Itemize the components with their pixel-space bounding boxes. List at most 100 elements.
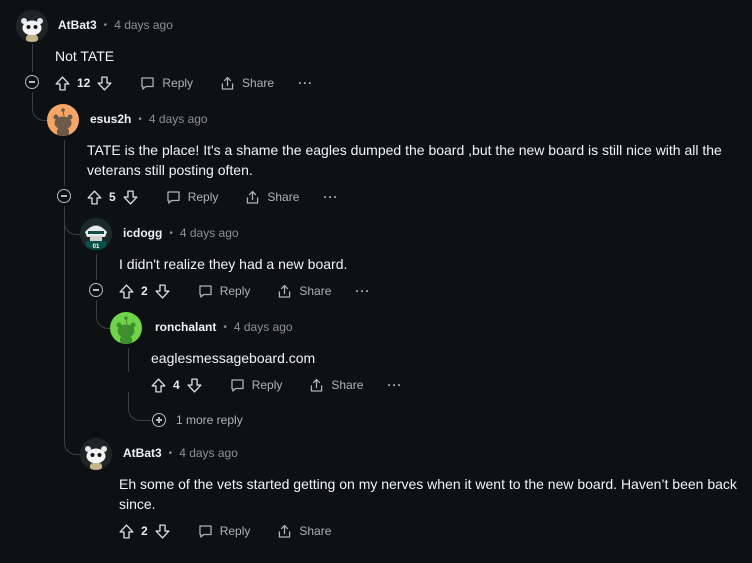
share-icon	[219, 75, 236, 92]
expand-replies-icon[interactable]	[152, 413, 166, 427]
timestamp[interactable]: 4 days ago	[149, 112, 208, 126]
share-label: Share	[299, 284, 332, 298]
timestamp[interactable]: 4 days ago	[180, 226, 239, 240]
collapse-thread-button[interactable]	[89, 283, 103, 297]
more-options-button[interactable]: ···	[298, 76, 313, 90]
timestamp[interactable]: 4 days ago	[179, 446, 238, 460]
reply-icon	[197, 283, 214, 300]
collapse-thread-button[interactable]	[57, 189, 71, 203]
thread-line[interactable]	[96, 254, 97, 280]
vote-count: 4	[173, 378, 180, 392]
reply-label: Reply	[162, 76, 194, 90]
more-replies-link[interactable]: 1 more reply	[176, 413, 243, 427]
reply-label: Reply	[187, 190, 219, 204]
downvote-icon[interactable]	[186, 377, 203, 394]
vote-group: 4	[150, 377, 203, 394]
snoo-avatar-icon	[80, 438, 112, 470]
share-button[interactable]: Share	[244, 189, 299, 206]
reply-label: Reply	[219, 284, 251, 298]
comment-body: Eh some of the vets started getting on m…	[119, 476, 737, 512]
separator-dot: •	[169, 227, 173, 239]
eagles-player-avatar-icon: 01	[80, 218, 112, 250]
share-button[interactable]: Share	[219, 75, 274, 92]
more-replies-label: 1 more reply	[176, 413, 243, 427]
snoo-avatar-icon	[47, 104, 79, 136]
share-icon	[244, 189, 261, 206]
comment-actions: 2 Reply Share ···	[118, 280, 370, 302]
share-label: Share	[299, 524, 332, 538]
comment-meta: AtBat3 • 4 days ago	[58, 18, 173, 32]
username[interactable]: ronchalant	[155, 320, 216, 334]
downvote-icon[interactable]	[154, 523, 171, 540]
comment-body: TATE is the place! It's a shame the eagl…	[87, 142, 722, 178]
reply-icon	[229, 377, 246, 394]
downvote-icon[interactable]	[154, 283, 171, 300]
share-label: Share	[242, 76, 275, 90]
comment-body: I didn't realize they had a new board.	[119, 256, 348, 272]
vote-count: 2	[141, 524, 148, 538]
avatar[interactable]	[110, 312, 142, 344]
downvote-icon[interactable]	[122, 189, 139, 206]
share-label: Share	[267, 190, 300, 204]
vote-count: 5	[109, 190, 116, 204]
thread-elbow	[128, 392, 151, 421]
reply-button[interactable]: Reply	[197, 283, 251, 300]
username[interactable]: AtBat3	[58, 18, 97, 32]
upvote-icon[interactable]	[150, 377, 167, 394]
share-icon	[276, 523, 293, 540]
reply-button[interactable]: Reply	[139, 75, 193, 92]
thread-elbow	[64, 206, 81, 235]
upvote-icon[interactable]	[54, 75, 71, 92]
thread-line[interactable]	[128, 348, 129, 372]
comment-body: Not TATE	[55, 48, 115, 64]
comment-meta: icdogg • 4 days ago	[123, 226, 239, 240]
svg-text:01: 01	[93, 244, 100, 250]
share-button[interactable]: Share	[276, 523, 331, 540]
more-options-button[interactable]: ···	[355, 284, 370, 298]
thread-elbow	[64, 428, 81, 455]
comment-meta: esus2h • 4 days ago	[90, 112, 208, 126]
upvote-icon[interactable]	[118, 523, 135, 540]
comment-actions: 12 Reply Share ···	[54, 72, 313, 94]
upvote-icon[interactable]	[86, 189, 103, 206]
comment-body: eaglesmessageboard.com	[151, 350, 316, 366]
vote-group: 5	[86, 189, 139, 206]
downvote-icon[interactable]	[96, 75, 113, 92]
avatar[interactable]: 01	[80, 218, 112, 250]
share-button[interactable]: Share	[276, 283, 331, 300]
separator-dot: •	[138, 113, 142, 125]
more-options-button[interactable]: ···	[387, 378, 402, 392]
username[interactable]: AtBat3	[123, 446, 162, 460]
avatar[interactable]	[16, 10, 48, 42]
vote-count: 12	[77, 76, 91, 90]
avatar[interactable]	[47, 104, 79, 136]
more-options-button[interactable]: ···	[323, 190, 338, 204]
share-button[interactable]: Share	[308, 377, 363, 394]
thread-elbow	[96, 300, 111, 329]
upvote-icon[interactable]	[118, 283, 135, 300]
separator-dot: •	[168, 447, 173, 459]
snoo-avatar-icon	[110, 312, 142, 344]
share-icon	[276, 283, 293, 300]
thread-line[interactable]	[64, 206, 65, 438]
reply-button[interactable]: Reply	[197, 523, 250, 540]
comment-actions: 4 Reply Share ···	[150, 374, 402, 396]
thread-line[interactable]	[64, 140, 65, 186]
username[interactable]: esus2h	[90, 112, 131, 126]
comment-actions: 5 Reply Share ···	[86, 186, 338, 208]
collapse-thread-button[interactable]	[25, 75, 39, 89]
reply-button[interactable]: Reply	[165, 189, 219, 206]
reply-button[interactable]: Reply	[229, 377, 282, 394]
separator-dot: •	[103, 19, 108, 31]
comment-meta: ronchalant • 4 days ago	[155, 320, 293, 334]
reply-icon	[165, 189, 182, 206]
snoo-avatar-icon	[16, 10, 48, 42]
comment-meta: AtBat3 • 4 days ago	[123, 446, 238, 460]
vote-group: 2	[118, 523, 171, 540]
thread-line[interactable]	[32, 44, 33, 72]
timestamp[interactable]: 4 days ago	[114, 18, 173, 32]
username[interactable]: icdogg	[123, 226, 162, 240]
avatar[interactable]	[80, 438, 112, 470]
separator-dot: •	[223, 321, 227, 333]
timestamp[interactable]: 4 days ago	[234, 320, 293, 334]
